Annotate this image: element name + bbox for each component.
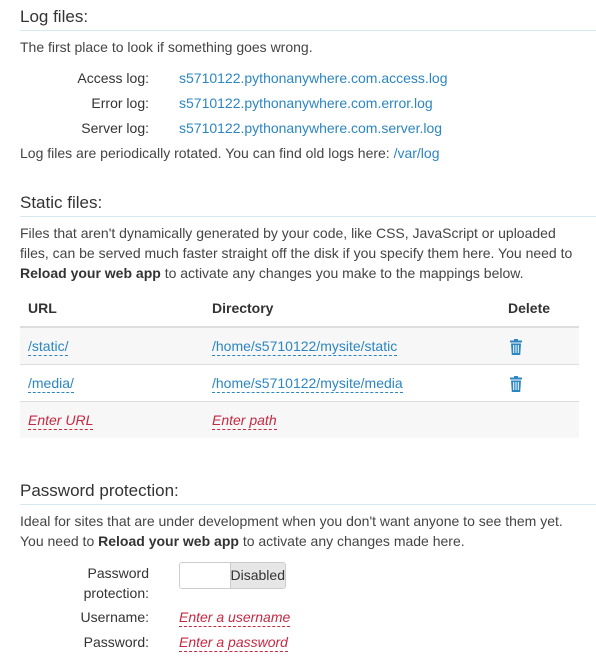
username-row: Username: Enter a username <box>20 604 291 629</box>
static-url-field[interactable]: /media/ <box>28 375 74 393</box>
static-files-desc-part1: Files that aren't dynamically generated … <box>20 225 573 261</box>
reload-web-app-text: Reload your web app <box>20 265 161 281</box>
old-logs-link[interactable]: /var/log <box>394 145 440 161</box>
error-log-label: Error log: <box>91 94 149 111</box>
trash-icon[interactable] <box>510 375 522 392</box>
server-log-row: Server log: s5710122.pythonanywhere.com.… <box>20 115 448 140</box>
password-toggle-row: Password protection: Disabled <box>20 562 290 604</box>
access-log-row: Access log: s5710122.pythonanywhere.com.… <box>20 65 448 90</box>
access-log-link[interactable]: s5710122.pythonanywhere.com.access.log <box>179 70 448 86</box>
password-row: Password: Enter a password <box>20 629 290 654</box>
username-label: Username: <box>80 608 149 625</box>
delete-column-header: Delete <box>500 290 579 328</box>
log-rotation-note: Log files are periodically rotated. You … <box>20 143 596 163</box>
log-files-description: The first place to look if something goe… <box>20 39 313 55</box>
log-files-section: Log files: The first place to look if so… <box>20 6 596 163</box>
static-mapping-row: /static/ /home/s5710122/mysite/static <box>20 326 579 365</box>
url-column-header: URL <box>20 290 204 328</box>
static-directory-field[interactable]: /home/s5710122/mysite/static <box>212 338 398 356</box>
password-protection-toggle[interactable]: Disabled <box>179 562 286 589</box>
password-label: Password: <box>83 633 149 650</box>
error-log-link[interactable]: s5710122.pythonanywhere.com.error.log <box>179 95 433 111</box>
server-log-link[interactable]: s5710122.pythonanywhere.com.server.log <box>179 120 442 136</box>
new-path-field[interactable]: Enter path <box>212 412 277 430</box>
directory-column-header: Directory <box>204 290 500 328</box>
password-protection-title: Password protection: <box>20 480 596 505</box>
password-protection-label-line2: protection: <box>83 585 149 601</box>
password-protection-description: Ideal for sites that are under developme… <box>20 511 565 551</box>
static-directory-field[interactable]: /home/s5710122/mysite/media <box>212 375 403 393</box>
password-field[interactable]: Enter a password <box>179 633 288 652</box>
access-log-label: Access log: <box>77 69 149 86</box>
static-mapping-row: /media/ /home/s5710122/mysite/media <box>20 364 579 402</box>
trash-icon[interactable] <box>510 338 522 355</box>
error-log-row: Error log: s5710122.pythonanywhere.com.e… <box>20 90 448 115</box>
static-files-title: Static files: <box>20 192 596 217</box>
static-files-description: Files that aren't dynamically generated … <box>20 223 580 283</box>
password-protection-label: Password protection: <box>20 562 179 604</box>
reload-web-app-text: Reload your web app <box>98 533 239 549</box>
password-protection-label-line1: Password <box>87 565 149 581</box>
new-url-field[interactable]: Enter URL <box>28 412 94 430</box>
log-files-title: Log files: <box>20 6 596 31</box>
username-field[interactable]: Enter a username <box>179 608 291 627</box>
server-log-label: Server log: <box>81 119 149 136</box>
static-files-section: Static files: Files that aren't dynamica… <box>20 192 596 283</box>
static-files-desc-part2: to activate any changes you make to the … <box>160 265 524 281</box>
static-files-table: URL Directory Delete /static/ /home/s571… <box>20 290 579 438</box>
static-files-header-row: URL Directory Delete <box>20 290 579 328</box>
toggle-state-label: Disabled <box>230 563 285 588</box>
new-static-mapping-row: Enter URL Enter path <box>20 401 579 438</box>
log-rotation-text: Log files are periodically rotated. You … <box>20 145 394 161</box>
password-protection-section: Password protection: Ideal for sites tha… <box>20 480 596 551</box>
toggle-knob <box>180 563 231 588</box>
password-protection-form: Password protection: Disabled Username: E… <box>20 562 291 654</box>
password-desc-part2: to activate any changes made here. <box>238 533 465 549</box>
static-url-field[interactable]: /static/ <box>28 338 69 356</box>
log-files-list: Access log: s5710122.pythonanywhere.com.… <box>20 65 448 140</box>
